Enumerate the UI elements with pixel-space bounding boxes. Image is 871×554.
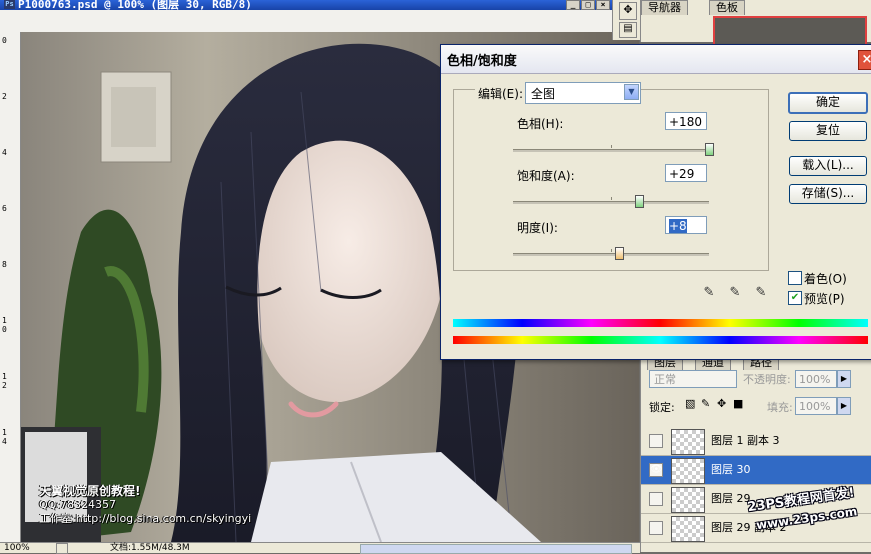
eyedropper-plus-icon[interactable]: ✎	[727, 285, 743, 301]
status-menu-icon[interactable]	[56, 543, 68, 554]
edit-label: 编辑(E):	[475, 85, 526, 102]
layer-thumbnail	[671, 458, 705, 484]
slider-midpoint-tick	[611, 145, 612, 148]
layer-name: 图层 29	[711, 492, 751, 505]
slider-midpoint-tick	[611, 249, 612, 252]
layer-thumbnail	[671, 429, 705, 455]
hue-slider[interactable]	[513, 143, 714, 156]
layer-name: 图层 30	[711, 463, 751, 476]
hue-slider-handle[interactable]	[705, 143, 714, 156]
eyedropper-minus-icon[interactable]: ✎	[753, 285, 769, 301]
input-color-bar	[453, 319, 868, 327]
opacity-label: 不透明度:	[743, 373, 791, 386]
ruler-tick-label: 1 0	[2, 316, 7, 334]
navigator-panel: 导航器 色板	[640, 0, 871, 46]
opacity-field[interactable]: 100%	[795, 370, 837, 388]
ruler-tick-label: 0	[2, 36, 7, 45]
visibility-toggle[interactable]	[649, 521, 663, 535]
close-document-button[interactable]: ×	[596, 0, 610, 10]
saturation-field[interactable]: +29	[665, 164, 707, 182]
tab-navigator[interactable]: 导航器	[641, 0, 688, 15]
watermark-text: 天翼视觉原创教程! QQ:78324357 工作室:http://blog.si…	[39, 484, 251, 526]
history-icon[interactable]: ▤	[619, 22, 637, 38]
photoshop-icon: Ps	[4, 0, 15, 9]
ruler-tick-label: 4	[2, 148, 7, 157]
tool-strip: ✥ ▤	[612, 0, 641, 40]
lightness-label: 明度(I):	[517, 221, 558, 235]
watermark-line-1: 天翼视觉原创教程!	[39, 484, 141, 498]
blend-mode-select[interactable]: 正常	[649, 370, 737, 388]
status-bar: 100% 文档:1.55M/48.3M	[0, 542, 640, 554]
output-color-bar	[453, 336, 868, 344]
watermark-line-3: 工作室:http://blog.sina.com.cn/skyingyi	[39, 512, 252, 525]
eyedropper-icon[interactable]: ✎	[701, 285, 717, 301]
lightness-value: +8	[669, 219, 687, 233]
lock-pixels-icon[interactable]: ✎	[701, 397, 710, 410]
ruler-tick-label: 6	[2, 204, 7, 213]
hue-field[interactable]: +180	[665, 112, 707, 130]
hue-label: 色相(H):	[517, 117, 564, 131]
hue-value: +180	[669, 115, 702, 129]
saturation-slider[interactable]	[513, 195, 709, 208]
preview-checkbox[interactable]: ✔	[788, 291, 802, 305]
maximize-button[interactable]: □	[581, 0, 595, 10]
blend-mode-value: 正常	[654, 373, 676, 386]
save-button[interactable]: 存储(S)...	[789, 184, 867, 204]
lightness-field[interactable]: +8	[665, 216, 707, 234]
visibility-toggle[interactable]	[649, 434, 663, 448]
saturation-value: +29	[669, 167, 695, 181]
lightness-slider[interactable]	[513, 247, 709, 260]
colorize-label: 着色(O)	[804, 272, 847, 286]
lock-position-icon[interactable]: ✥	[717, 397, 726, 410]
document-title: P1000763.psd @ 100% (图层 30, RGB/8)	[18, 0, 252, 10]
move-tool-icon[interactable]: ✥	[619, 2, 637, 20]
ruler-tick-label: 2	[2, 92, 7, 101]
ruler-vertical[interactable]: 0 2 4 6 8 1 0 1 2 1 4	[0, 32, 21, 542]
fill-arrow-icon[interactable]: ▶	[837, 397, 851, 415]
preview-label: 预览(P)	[804, 292, 845, 306]
document-titlebar[interactable]: Ps P1000763.psd @ 100% (图层 30, RGB/8) _ □…	[0, 0, 612, 10]
dialog-title: 色相/饱和度	[447, 54, 517, 69]
opacity-value: 100%	[799, 373, 831, 386]
layer-thumbnail	[671, 487, 705, 513]
edit-range-select[interactable]: 全图 ▼	[525, 82, 641, 104]
opacity-arrow-icon[interactable]: ▶	[837, 370, 851, 388]
fill-field[interactable]: 100%	[795, 397, 837, 415]
reset-button[interactable]: 复位	[789, 121, 867, 141]
fill-value: 100%	[799, 400, 831, 413]
watermark-line-2: QQ:78324357	[39, 498, 117, 511]
lock-all-icon[interactable]: ■	[733, 397, 743, 410]
tab-swatches[interactable]: 色板	[709, 0, 745, 15]
saturation-slider-handle[interactable]	[635, 195, 645, 208]
layer-name: 图层 1 副本 3	[711, 434, 780, 447]
ruler-tick-label: 1 2	[2, 372, 7, 390]
dialog-titlebar[interactable]: 色相/饱和度	[441, 45, 871, 74]
hue-saturation-dialog: 色相/饱和度 × 编辑(E): 全图 ▼ 色相(H): +180 饱和度(A):…	[440, 44, 871, 360]
ok-button[interactable]: 确定	[788, 92, 868, 114]
visibility-toggle[interactable]	[649, 492, 663, 506]
dialog-close-button[interactable]: ×	[858, 50, 871, 70]
colorize-checkbox[interactable]	[788, 271, 802, 285]
layer-row[interactable]: 图层 1 副本 3	[641, 427, 871, 456]
chevron-down-icon[interactable]: ▼	[624, 84, 639, 100]
ruler-horizontal[interactable]	[0, 10, 640, 33]
lightness-slider-handle[interactable]	[614, 247, 624, 260]
ruler-tick-label: 1 4	[2, 428, 7, 446]
saturation-label: 饱和度(A):	[517, 169, 575, 183]
layer-thumbnail	[671, 516, 705, 542]
load-button[interactable]: 载入(L)...	[789, 156, 867, 176]
navigator-preview[interactable]	[713, 16, 867, 46]
fill-label: 填充:	[767, 401, 793, 414]
edit-range-value: 全图	[531, 87, 556, 101]
eye-icon[interactable]: 👁	[649, 463, 663, 477]
slider-midpoint-tick	[611, 197, 612, 200]
horizontal-scrollbar[interactable]	[360, 544, 632, 554]
layers-panel: 图层 通道 路径 正常 不透明度: 100% ▶ 锁定: ▧ ✎ ✥ ■ 填充:…	[640, 355, 871, 552]
minimize-button[interactable]: _	[566, 0, 580, 10]
lock-label: 锁定:	[649, 401, 675, 414]
lock-transparent-icon[interactable]: ▧	[685, 397, 695, 410]
adjustment-group	[453, 89, 769, 271]
layer-row-selected[interactable]: 👁 图层 30	[641, 456, 871, 485]
ruler-tick-label: 8	[2, 260, 7, 269]
